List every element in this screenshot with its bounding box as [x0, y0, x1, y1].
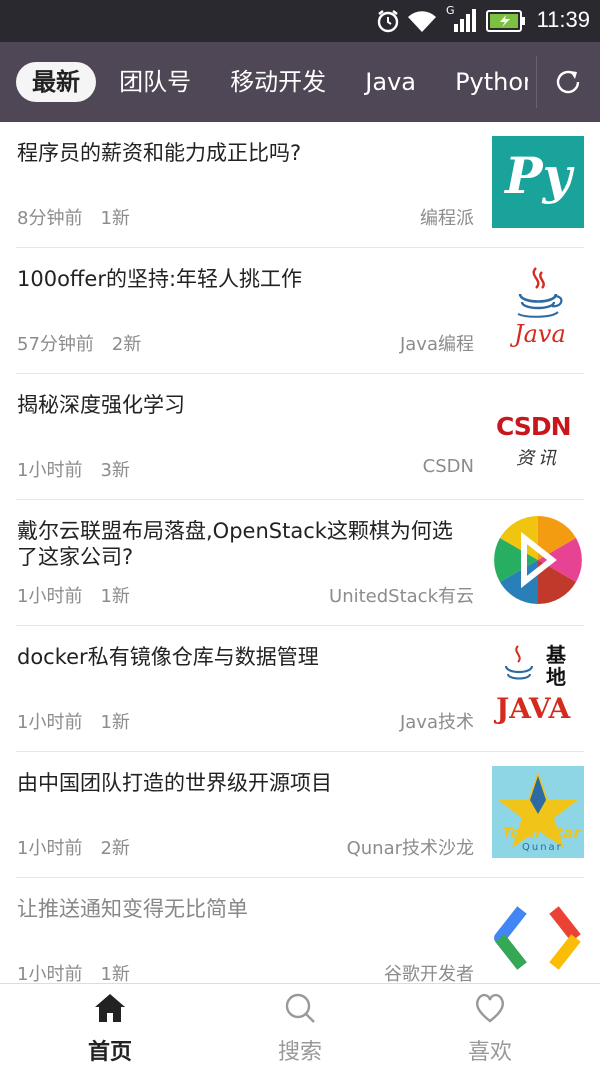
tab-divider: [536, 56, 537, 108]
article-time: 57分钟前: [17, 334, 94, 355]
article-meta: 8分钟前 1新: [17, 204, 148, 230]
article-time: 1小时前: [17, 964, 83, 985]
java-base-logo-icon: 基地 JAVA: [492, 640, 584, 732]
article-time: 1小时前: [17, 838, 83, 859]
google-dev-logo-icon: [492, 892, 584, 984]
thumb-logo-text: JAVA: [496, 692, 571, 725]
article-title[interactable]: 让推送通知变得无比简单: [17, 896, 472, 922]
tab-mobile-dev[interactable]: 移动开发: [214, 62, 342, 102]
article-title[interactable]: 由中国团队打造的世界级开源项目: [17, 770, 472, 796]
py-logo-icon: Py: [492, 136, 584, 228]
nav-favorites[interactable]: 喜欢: [430, 992, 550, 1066]
refresh-icon[interactable]: [552, 66, 584, 98]
article-item[interactable]: docker私有镜像仓库与数据管理 1小时前 1新 Java技术 基地 JAVA: [16, 626, 584, 752]
nav-home[interactable]: 首页: [50, 992, 170, 1066]
article-new-count: 2新: [111, 334, 142, 355]
code-brackets-icon: [494, 906, 581, 970]
article-list: 程序员的薪资和能力成正比吗? 8分钟前 1新 编程派 Py 100offer的坚持…: [0, 122, 600, 1004]
article-new-count: 1新: [100, 208, 130, 229]
techstar-logo-icon: Tech Star Qunar: [492, 766, 584, 858]
alarm-icon: [377, 10, 399, 33]
thumb-logo-subtext: 资讯: [516, 448, 560, 469]
tab-python[interactable]: Python: [439, 62, 528, 102]
article-new-count: 2新: [100, 838, 130, 859]
article-item[interactable]: 戴尔云联盟布局落盘,OpenStack这颗棋为何选了这家公司? 1小时前 1新 U…: [16, 500, 584, 626]
unitedstack-logo-icon: [492, 514, 584, 606]
battery-icon: [486, 10, 525, 32]
bottom-nav: 首页 搜索 喜欢: [0, 983, 600, 1068]
article-title[interactable]: 100offer的坚持:年轻人挑工作: [17, 266, 472, 292]
tab-latest[interactable]: 最新: [16, 62, 96, 102]
article-item[interactable]: 100offer的坚持:年轻人挑工作 57分钟前 2新 Java编程 Java: [16, 248, 584, 374]
article-title[interactable]: docker私有镜像仓库与数据管理: [17, 644, 472, 670]
article-item[interactable]: 程序员的薪资和能力成正比吗? 8分钟前 1新 编程派 Py: [16, 122, 584, 248]
article-new-count: 1新: [100, 586, 130, 607]
java-cup-icon: [504, 645, 534, 680]
article-source[interactable]: Qunar技术沙龙: [347, 834, 474, 860]
article-meta: 1小时前 1新: [17, 708, 148, 734]
article-meta: 57分钟前 2新: [17, 330, 159, 356]
article-title[interactable]: 揭秘深度强化学习: [17, 392, 472, 418]
article-time: 1小时前: [17, 586, 83, 607]
article-source[interactable]: Java编程: [400, 330, 474, 356]
nav-favorites-label: 喜欢: [467, 1040, 512, 1065]
thumb-logo-subtext: Qunar: [522, 842, 563, 853]
article-source[interactable]: Java技术: [400, 708, 474, 734]
nav-search[interactable]: 搜索: [240, 992, 360, 1066]
article-time: 8分钟前: [17, 208, 83, 229]
heart-icon: [476, 993, 504, 1023]
nav-home-label: 首页: [87, 1040, 132, 1065]
article-new-count: 3新: [100, 460, 130, 481]
article-title[interactable]: 戴尔云联盟布局落盘,OpenStack这颗棋为何选了这家公司?: [17, 518, 472, 570]
thumb-logo-text: Java: [514, 320, 566, 348]
category-tabs: 最新 团队号 移动开发 Java Python: [16, 42, 528, 122]
article-time: 1小时前: [17, 460, 83, 481]
csdn-logo-icon: CSDN 资讯: [492, 388, 584, 480]
article-new-count: 1新: [100, 964, 130, 985]
article-source[interactable]: UnitedStack有云: [329, 582, 474, 608]
article-new-count: 1新: [100, 712, 130, 733]
article-item[interactable]: 由中国团队打造的世界级开源项目 1小时前 2新 Qunar技术沙龙 Tech St…: [16, 752, 584, 878]
clock: 11:39: [536, 7, 590, 32]
article-meta: 1小时前 3新: [17, 456, 148, 482]
thumb-logo-text: CSDN: [496, 412, 571, 441]
article-source[interactable]: 编程派: [420, 204, 474, 230]
tab-java[interactable]: Java: [349, 62, 432, 102]
nav-search-label: 搜索: [277, 1040, 322, 1065]
status-bar: G 11:39: [0, 0, 600, 42]
article-title[interactable]: 程序员的薪资和能力成正比吗?: [17, 140, 472, 166]
search-icon: [285, 993, 315, 1023]
article-item[interactable]: 揭秘深度强化学习 1小时前 3新 CSDN CSDN 资讯: [16, 374, 584, 500]
tab-team[interactable]: 团队号: [103, 62, 207, 102]
thumb-logo-text: Tech Star: [502, 824, 581, 842]
wifi-icon: [408, 11, 436, 33]
article-source[interactable]: CSDN: [423, 456, 474, 477]
thumb-logo-subtext: 基地: [546, 643, 566, 689]
category-tab-bar: 最新 团队号 移动开发 Java Python: [0, 42, 600, 122]
signal-icon: [454, 9, 476, 32]
home-icon: [95, 994, 125, 1022]
java-logo-icon: Java: [492, 262, 584, 354]
thumb-logo-text: Py: [505, 146, 572, 205]
unitedstack-mark-icon: [494, 516, 582, 604]
article-meta: 1小时前 1新: [17, 582, 148, 608]
article-time: 1小时前: [17, 712, 83, 733]
article-meta: 1小时前 2新: [17, 834, 148, 860]
